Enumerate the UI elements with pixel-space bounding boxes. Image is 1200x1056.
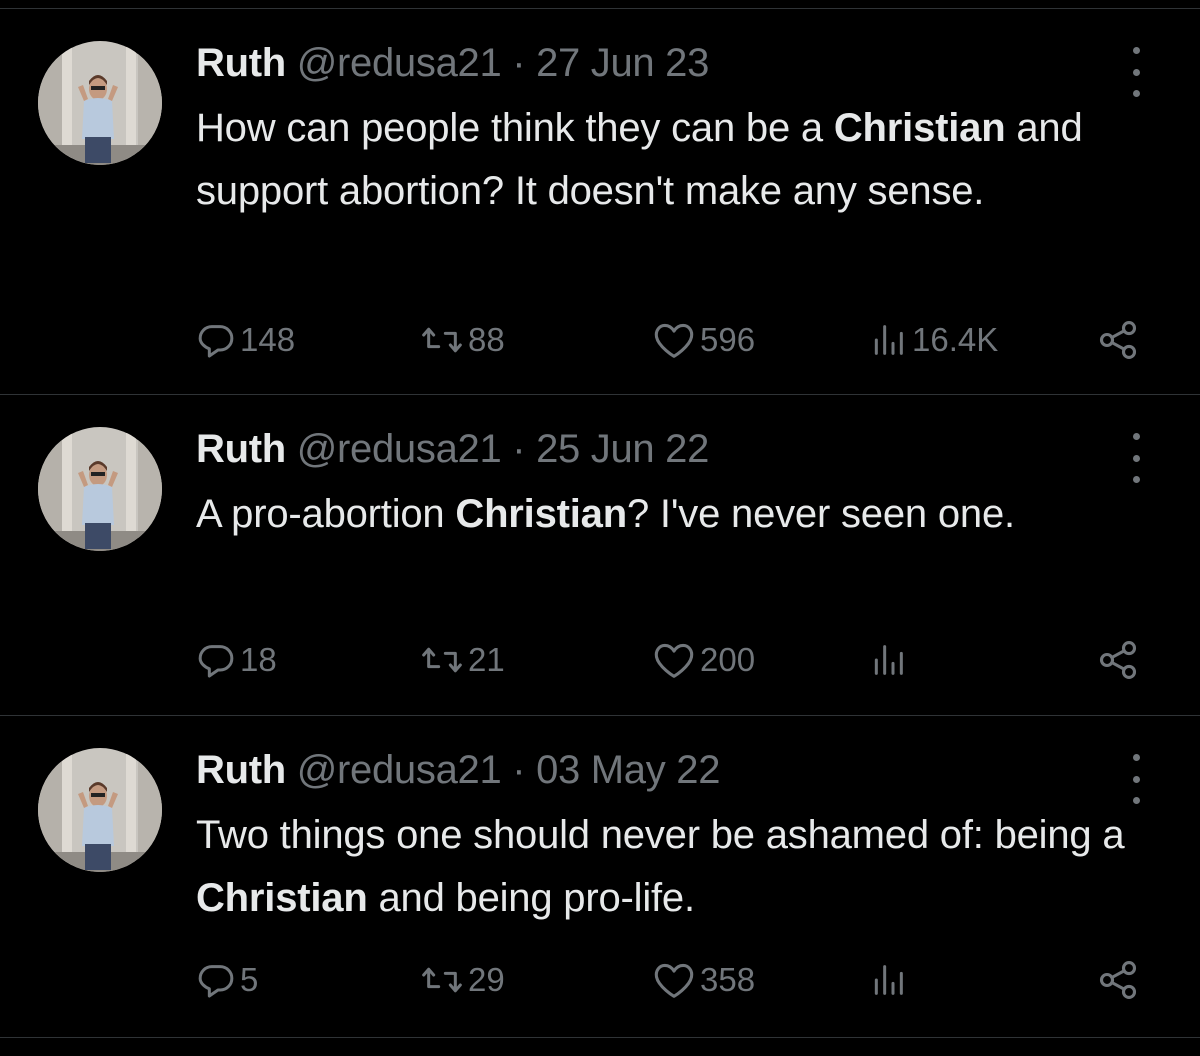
more-icon[interactable] (1124, 433, 1148, 483)
views-icon (868, 320, 908, 360)
reply-button[interactable]: 148 (196, 315, 295, 365)
timestamp[interactable]: 03 May 22 (536, 748, 720, 792)
views-icon (868, 640, 908, 680)
avatar[interactable] (38, 748, 162, 872)
retweet-button[interactable]: 88 (420, 315, 505, 365)
reply-count: 5 (240, 961, 259, 998)
reply-count: 148 (240, 321, 296, 358)
separator: · (501, 748, 537, 792)
views-button[interactable]: 16.4K (868, 315, 998, 365)
display-name[interactable]: Ruth (196, 748, 286, 792)
retweet-button[interactable]: 21 (420, 635, 505, 685)
text-segment-bold: Christian (833, 106, 1006, 150)
handle[interactable]: @redusa21 (286, 748, 502, 792)
like-button[interactable]: 596 (652, 315, 755, 365)
like-count: 200 (700, 641, 756, 678)
heart-icon (652, 960, 696, 1000)
like-button[interactable]: 358 (652, 955, 755, 1005)
reply-icon (196, 960, 236, 1000)
reply-icon (196, 320, 236, 360)
reply-count: 18 (240, 641, 277, 678)
retweet-icon (420, 960, 464, 1000)
tweet[interactable]: Ruth @redusa21 · 25 Jun 22 A pro-abortio… (0, 395, 1200, 716)
tweet-text: How can people think they can be a Chris… (196, 97, 1166, 223)
text-segment: How can people think they can be a (196, 106, 834, 150)
like-count: 358 (700, 961, 756, 998)
tweet[interactable]: Ruth @redusa21 · 27 Jun 23 How can peopl… (0, 9, 1200, 395)
action-bar: 5 29 358 (0, 955, 1200, 1005)
tweet-header: Ruth @redusa21 · 27 Jun 23 (196, 35, 709, 91)
retweet-count: 29 (468, 961, 505, 998)
handle-text: @redusa21 (296, 427, 502, 471)
separator: · (501, 41, 537, 85)
action-bar: 18 21 200 (0, 635, 1200, 685)
retweet-count: 88 (468, 321, 505, 358)
reply-icon (196, 640, 236, 680)
text-segment: and being pro-life. (367, 876, 695, 920)
retweet-icon (420, 640, 464, 680)
separator: · (501, 427, 537, 471)
share-button[interactable] (1096, 955, 1140, 1005)
avatar[interactable] (38, 427, 162, 551)
views-count: 16.4K (912, 321, 999, 358)
text-segment-bold: Christian (455, 492, 627, 536)
tweet-header: Ruth @redusa21 · 03 May 22 (196, 742, 720, 798)
heart-icon (652, 320, 696, 360)
reply-button[interactable]: 18 (196, 635, 277, 685)
text-segment-bold: Christian (196, 876, 368, 920)
more-icon[interactable] (1124, 47, 1148, 97)
tweet-header: Ruth @redusa21 · 25 Jun 22 (196, 421, 709, 477)
tweet-text: A pro-abortion Christian? I've never see… (196, 483, 1166, 546)
action-bar: 148 88 596 16.4K (0, 315, 1200, 365)
tweet-text: Two things one should never be ashamed o… (196, 804, 1166, 930)
views-icon (868, 960, 908, 1000)
retweet-button[interactable]: 29 (420, 955, 505, 1005)
handle-text: @redusa21 (296, 748, 502, 792)
share-button[interactable] (1096, 315, 1140, 365)
share-icon (1096, 318, 1140, 362)
handle-text: @redusa21 (296, 41, 502, 85)
reply-button[interactable]: 5 (196, 955, 258, 1005)
avatar[interactable] (38, 41, 162, 165)
share-icon (1096, 958, 1140, 1002)
handle[interactable]: @redusa21 (286, 427, 502, 471)
retweet-icon (420, 320, 464, 360)
handle[interactable]: @redusa21 (286, 41, 502, 85)
display-name[interactable]: Ruth (196, 427, 286, 471)
views-button[interactable] (868, 955, 912, 1005)
like-count: 596 (700, 321, 756, 358)
heart-icon (652, 640, 696, 680)
share-icon (1096, 638, 1140, 682)
views-button[interactable] (868, 635, 912, 685)
timestamp[interactable]: 27 Jun 23 (536, 41, 709, 85)
more-icon[interactable] (1124, 754, 1148, 804)
like-button[interactable]: 200 (652, 635, 755, 685)
text-segment: ? I've never seen one. (626, 492, 1015, 536)
tweet[interactable]: Ruth @redusa21 · 03 May 22 Two things on… (0, 716, 1200, 1038)
share-button[interactable] (1096, 635, 1140, 685)
text-segment: Two things one should never be ashamed o… (196, 813, 1125, 857)
timestamp[interactable]: 25 Jun 22 (536, 427, 709, 471)
retweet-count: 21 (468, 641, 505, 678)
timeline-feed: Ruth @redusa21 · 27 Jun 23 How can peopl… (0, 0, 1200, 1056)
display-name[interactable]: Ruth (196, 41, 286, 85)
text-segment: A pro-abortion (196, 492, 456, 536)
